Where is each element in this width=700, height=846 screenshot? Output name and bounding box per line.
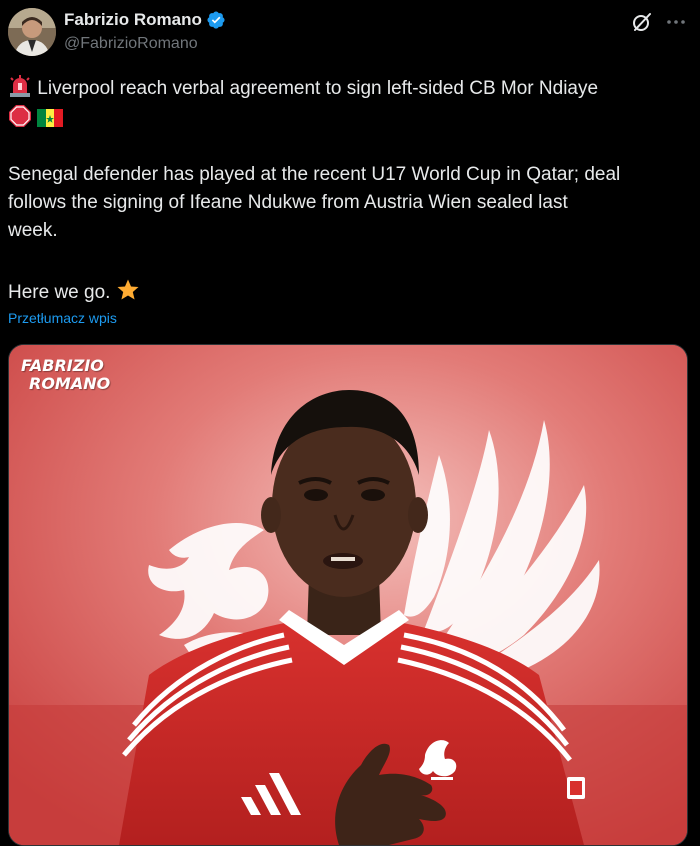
tweet-header: Fabrizio Romano @FabrizioRomano <box>0 0 700 64</box>
grok-icon[interactable] <box>630 10 654 34</box>
star-emoji <box>117 279 139 300</box>
tweet-line-1: Liverpool reach verbal agreement to sign… <box>8 74 598 102</box>
tweet-media-image[interactable]: FABRIZIO ROMANO <box>8 344 688 846</box>
tweet-headline: Liverpool reach verbal agreement to sign… <box>37 78 599 99</box>
avatar[interactable] <box>8 8 56 56</box>
translate-link[interactable]: Przetłumacz wpis <box>8 310 117 326</box>
tweet-line-4: week. <box>8 220 58 241</box>
stop-sign-emoji <box>9 105 31 127</box>
tweet-line-3: follows the signing of Ifeane Ndukwe fro… <box>8 192 568 213</box>
author-name-row[interactable]: Fabrizio Romano <box>64 10 226 30</box>
avatar-image <box>8 8 56 56</box>
tweet-line-emojis <box>8 104 64 132</box>
media-watermark: FABRIZIO ROMANO <box>21 357 110 393</box>
tweet-line-2: Senegal defender has played at the recen… <box>8 164 621 185</box>
rotating-light-emoji <box>10 75 30 97</box>
watermark-line-1: FABRIZIO <box>21 356 104 375</box>
author-handle[interactable]: @FabrizioRomano <box>64 35 198 53</box>
senegal-flag-emoji <box>37 109 64 127</box>
watermark-line-2: ROMANO <box>29 374 111 393</box>
more-icon[interactable] <box>664 10 688 34</box>
media-illustration <box>9 345 687 845</box>
here-we-go-text: Here we go. <box>8 282 111 303</box>
author-name[interactable]: Fabrizio Romano <box>64 10 202 30</box>
verified-badge-icon <box>207 11 225 29</box>
tweet-line-5: Here we go. <box>8 278 140 306</box>
